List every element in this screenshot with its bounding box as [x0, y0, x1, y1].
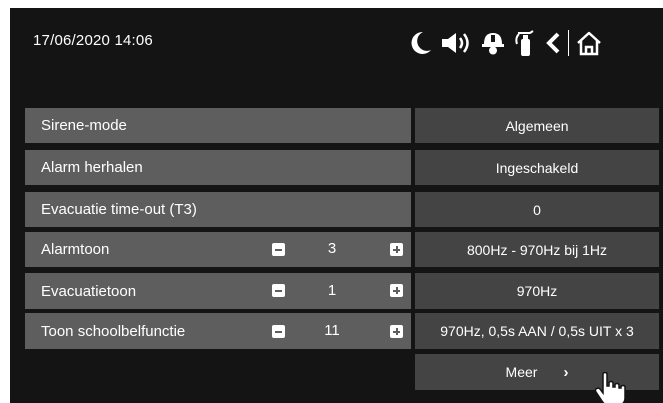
firefighter-helmet-icon[interactable]: [480, 31, 506, 55]
speaker-icon[interactable]: [440, 31, 476, 55]
row-value-text: 970Hz: [516, 283, 558, 299]
alarmtoon-value[interactable]: 800Hz - 970Hz bij 1Hz: [415, 232, 659, 267]
row-label-text: Toon schoolbelfunctie: [41, 322, 186, 340]
toon-schoolbelfunctie-label: Toon schoolbelfunctie: [25, 313, 411, 349]
device-screen: 17/06/2020 14:06 Sirene-mode Algemeen Al…: [10, 8, 663, 403]
evacuatietoon-decrement-button[interactable]: [272, 284, 285, 297]
evacuatie-timeout-value[interactable]: 0: [415, 192, 659, 227]
sirene-mode-label: Sirene-mode: [25, 108, 411, 143]
chevron-right-icon: ›: [563, 363, 569, 381]
toon-schoolbelfunctie-stepper-value: 11: [324, 322, 340, 339]
alarmtoon-decrement-button[interactable]: [272, 243, 285, 256]
row-label-text: Evacuatietoon: [41, 282, 137, 300]
row-value-text: 970Hz, 0,5s AAN / 0,5s UIT x 3: [440, 323, 634, 339]
meer-button-label: Meer: [505, 364, 538, 380]
status-icon-bar: [408, 28, 603, 58]
alarmtoon-increment-button[interactable]: [390, 243, 403, 256]
toon-schoolbelfunctie-increment-button[interactable]: [390, 325, 403, 338]
hand-pointer-icon: [592, 371, 632, 403]
row-value-text: 0: [533, 201, 541, 218]
row-value-text: Algemeen: [505, 117, 569, 134]
date-time-display: 17/06/2020 14:06: [33, 32, 153, 49]
row-label-text: Sirene-mode: [41, 117, 127, 134]
row-label-text: Evacuatie time-out (T3): [41, 201, 197, 218]
row-label-text: Alarm herhalen: [41, 159, 143, 176]
back-icon[interactable]: [544, 31, 562, 55]
alarmtoon-stepper-value: 3: [327, 240, 337, 257]
evacuatietoon-stepper-value: 1: [327, 282, 337, 299]
alarmtoon-label: Alarmtoon: [25, 232, 411, 267]
icon-divider: [568, 30, 569, 56]
sirene-mode-value[interactable]: Algemeen: [415, 108, 659, 143]
alarm-herhalen-label: Alarm herhalen: [25, 150, 411, 185]
toon-schoolbelfunctie-value[interactable]: 970Hz, 0,5s AAN / 0,5s UIT x 3: [415, 313, 659, 349]
home-icon[interactable]: [575, 30, 603, 56]
row-value-text: 800Hz - 970Hz bij 1Hz: [466, 241, 608, 258]
moon-icon[interactable]: [408, 31, 434, 55]
evacuatietoon-label: Evacuatietoon: [25, 273, 411, 309]
evacuatietoon-value[interactable]: 970Hz: [415, 273, 659, 309]
row-label-text: Alarmtoon: [41, 241, 110, 258]
toon-schoolbelfunctie-decrement-button[interactable]: [272, 325, 285, 338]
evacuatie-timeout-label: Evacuatie time-out (T3): [25, 192, 411, 227]
evacuatietoon-increment-button[interactable]: [390, 284, 403, 297]
row-value-text: Ingeschakeld: [495, 159, 579, 176]
alarm-herhalen-value[interactable]: Ingeschakeld: [415, 150, 659, 185]
fire-extinguisher-icon[interactable]: [512, 30, 538, 56]
